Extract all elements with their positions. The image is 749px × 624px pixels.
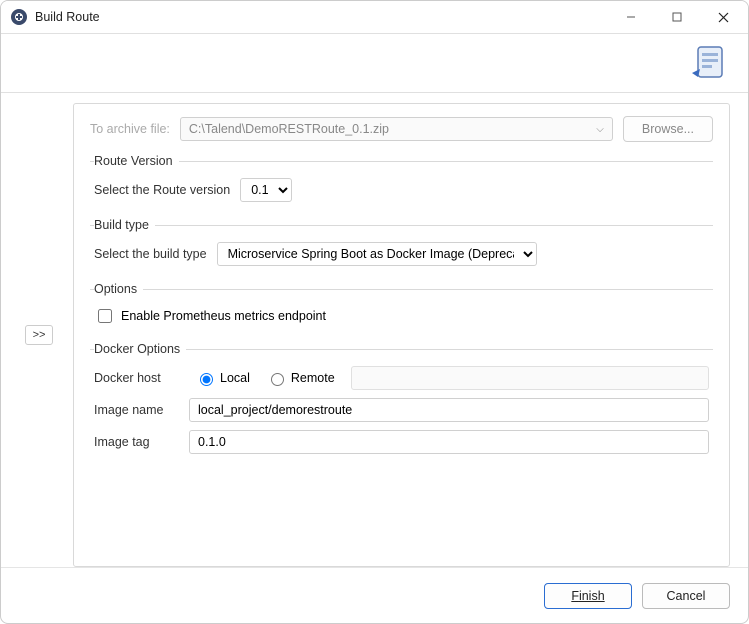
docker-options-legend: Docker Options [94,342,186,356]
window-title: Build Route [35,10,608,24]
route-version-group: Route Version Select the Route version 0… [90,154,713,206]
local-label: Local [220,371,250,385]
docker-host-label: Docker host [94,371,179,385]
wizard-icon [688,41,732,85]
build-type-select[interactable]: Microservice Spring Boot as Docker Image… [217,242,537,266]
route-version-legend: Route Version [94,154,179,168]
image-tag-label: Image tag [94,435,179,449]
header-banner [1,33,748,93]
archive-label: To archive file: [90,122,170,136]
options-group: Options Enable Prometheus metrics endpoi… [90,282,713,330]
build-type-legend: Build type [94,218,155,232]
dialog-footer: Finish Cancel [1,567,748,623]
chevron-down-icon: ⌵ [596,124,604,135]
local-radio[interactable] [200,373,213,386]
archive-path-field[interactable]: C:\Talend\DemoRESTRoute_0.1.zip ⌵ [180,117,613,141]
finish-button[interactable]: Finish [544,583,632,609]
build-route-dialog: Build Route >> To archive file: [0,0,749,624]
docker-options-group: Docker Options Docker host Local Remote … [90,342,713,458]
expand-sidebar-button[interactable]: >> [25,325,53,345]
close-button[interactable] [700,1,746,33]
image-name-input[interactable] [189,398,709,422]
cancel-button[interactable]: Cancel [642,583,730,609]
options-legend: Options [94,282,143,296]
build-type-label: Select the build type [94,247,207,261]
form-panel: To archive file: C:\Talend\DemoRESTRoute… [73,103,730,567]
image-tag-input[interactable] [189,430,709,454]
docker-host-remote-option[interactable]: Remote [266,370,335,386]
app-icon [11,9,27,25]
image-name-label: Image name [94,403,179,417]
archive-row: To archive file: C:\Talend\DemoRESTRoute… [90,116,713,142]
archive-path-text: C:\Talend\DemoRESTRoute_0.1.zip [189,122,389,136]
titlebar: Build Route [1,1,748,33]
remote-radio[interactable] [271,373,284,386]
window-controls [608,1,746,33]
dialog-body: >> To archive file: C:\Talend\DemoRESTRo… [1,93,748,567]
minimize-button[interactable] [608,1,654,33]
remote-label: Remote [291,371,335,385]
browse-button[interactable]: Browse... [623,116,713,142]
route-version-label: Select the Route version [94,183,230,197]
sidebar-column: >> [19,103,59,567]
maximize-button[interactable] [654,1,700,33]
docker-host-local-option[interactable]: Local [195,370,250,386]
build-type-group: Build type Select the build type Microse… [90,218,713,270]
prometheus-checkbox[interactable] [98,309,112,323]
route-version-select[interactable]: 0.1 [240,178,292,202]
prometheus-label: Enable Prometheus metrics endpoint [121,309,326,323]
remote-host-field [351,366,709,390]
